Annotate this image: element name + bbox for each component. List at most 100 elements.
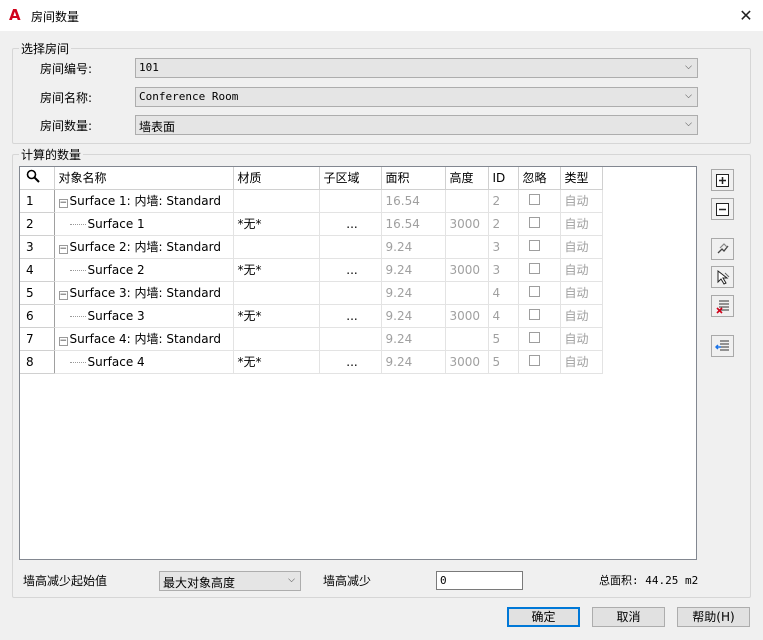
room-number-select[interactable]: 101 ⌵ [135,58,698,78]
ignore-checkbox[interactable] [528,216,540,228]
room-quantity-select[interactable]: 墙表面 ⌵ [135,115,698,135]
subregion-cell[interactable]: ... [319,350,382,374]
subregion-cell[interactable]: ... [319,212,382,236]
area-cell: 9.24 [381,350,446,374]
object-name-cell: Surface 3 [54,304,234,328]
select-objects-button[interactable] [711,238,734,260]
material-cell[interactable] [233,327,320,351]
area-cell: 9.24 [381,235,446,259]
import-list-button[interactable] [711,335,734,357]
ignore-checkbox[interactable] [528,331,540,343]
table-row[interactable]: 3 − Surface 2: 内墙: Standard 9.24 3 自动 [20,235,603,259]
height-cell [445,235,489,259]
collapse-icon[interactable]: − [58,245,68,254]
ignore-cell [518,212,561,236]
ignore-cell [518,327,561,351]
list-import-icon [714,340,729,351]
ignore-checkbox[interactable] [528,262,540,274]
subregion-cell[interactable] [319,235,382,259]
wall-height-reduce-input[interactable]: 0 [436,571,523,590]
table-row[interactable]: 6 Surface 3 *无* ... 9.24 3000 4 自动 [20,304,603,328]
material-cell[interactable] [233,281,320,305]
area-cell: 9.24 [381,281,446,305]
area-cell: 9.24 [381,304,446,328]
col-header-object-name[interactable]: 对象名称 [54,167,234,190]
wall-height-start-select[interactable]: 最大对象高度 ⌵ [159,571,301,591]
list-delete-icon [715,300,729,314]
ignore-checkbox[interactable] [528,239,540,251]
quantities-grid[interactable]: 对象名称 材质 子区域 面积 高度 ID 忽略 类型 1 − Surface 1:… [19,166,697,560]
ignore-checkbox[interactable] [528,308,540,320]
col-header-height[interactable]: 高度 [445,167,489,190]
room-name-select[interactable]: Conference Room ⌵ [135,87,698,107]
autocad-a-icon: A [9,6,21,24]
wall-height-start-value: 最大对象高度 [163,576,236,590]
ignore-checkbox[interactable] [528,193,540,205]
col-header-area[interactable]: 面积 [381,167,446,190]
type-cell: 自动 [560,212,603,236]
chevron-down-icon: ⌵ [685,91,692,101]
table-row[interactable]: 7 − Surface 4: 内墙: Standard 9.24 5 自动 [20,327,603,351]
object-name-cell: − Surface 1: 内墙: Standard [54,189,234,213]
subregion-cell[interactable]: ... [319,258,382,282]
tree-connector [69,315,86,317]
col-header-type[interactable]: 类型 [560,167,603,190]
table-row[interactable]: 8 Surface 4 *无* ... 9.24 3000 5 自动 [20,350,603,374]
table-row[interactable]: 1 − Surface 1: 内墙: Standard 16.54 2 自动 [20,189,603,213]
material-cell[interactable]: *无* [233,350,320,374]
add-row-button[interactable] [711,169,734,191]
subregion-cell[interactable]: ... [319,304,382,328]
material-cell[interactable] [233,189,320,213]
table-row[interactable]: 5 − Surface 3: 内墙: Standard 9.24 4 自动 [20,281,603,305]
title-bar: A 房间数量 ✕ [0,0,763,31]
subregion-cell[interactable] [319,327,382,351]
material-cell[interactable]: *无* [233,258,320,282]
remove-row-button[interactable] [711,198,734,220]
col-header-id[interactable]: ID [488,167,519,190]
cancel-button[interactable]: 取消 [592,607,665,627]
height-cell: 3000 [445,304,489,328]
collapse-icon[interactable]: − [58,291,68,300]
collapse-icon[interactable]: − [58,199,68,208]
collapse-icon[interactable]: − [58,337,68,346]
ok-button[interactable]: 确定 [507,607,580,627]
ignore-cell [518,189,561,213]
subregion-cell[interactable] [319,281,382,305]
area-cell: 16.54 [381,189,446,213]
remove-selection-button[interactable] [711,295,734,317]
grid-search-header[interactable] [20,167,55,190]
height-cell: 3000 [445,212,489,236]
table-row[interactable]: 2 Surface 1 *无* ... 16.54 3000 2 自动 [20,212,603,236]
material-cell[interactable] [233,235,320,259]
object-name-cell: Surface 1 [54,212,234,236]
subregion-cell[interactable] [319,189,382,213]
area-cell: 9.24 [381,258,446,282]
material-cell[interactable]: *无* [233,212,320,236]
object-name-cell: − Surface 3: 内墙: Standard [54,281,234,305]
table-row[interactable]: 4 Surface 2 *无* ... 9.24 3000 3 自动 [20,258,603,282]
ignore-checkbox[interactable] [528,354,540,366]
ignore-checkbox[interactable] [528,285,540,297]
id-cell: 4 [488,304,519,328]
material-cell[interactable]: *无* [233,304,320,328]
table-header-row: 对象名称 材质 子区域 面积 高度 ID 忽略 类型 [20,167,603,190]
col-header-ignore[interactable]: 忽略 [518,167,561,190]
type-cell: 自动 [560,304,603,328]
col-header-material[interactable]: 材质 [233,167,320,190]
ignore-cell [518,281,561,305]
col-header-subregion[interactable]: 子区域 [319,167,382,190]
height-cell [445,189,489,213]
cursor-add-icon [717,269,729,285]
type-cell: 自动 [560,350,603,374]
search-icon [26,169,40,183]
add-selection-button[interactable] [711,266,734,288]
help-button[interactable]: 帮助(H) [677,607,750,627]
room-number-label: 房间编号: [40,62,93,76]
row-number: 5 [20,281,55,305]
area-cell: 16.54 [381,212,446,236]
area-cell: 9.24 [381,327,446,351]
id-cell: 5 [488,350,519,374]
add-box-icon [716,173,729,187]
close-icon[interactable]: ✕ [729,0,763,31]
type-cell: 自动 [560,235,603,259]
